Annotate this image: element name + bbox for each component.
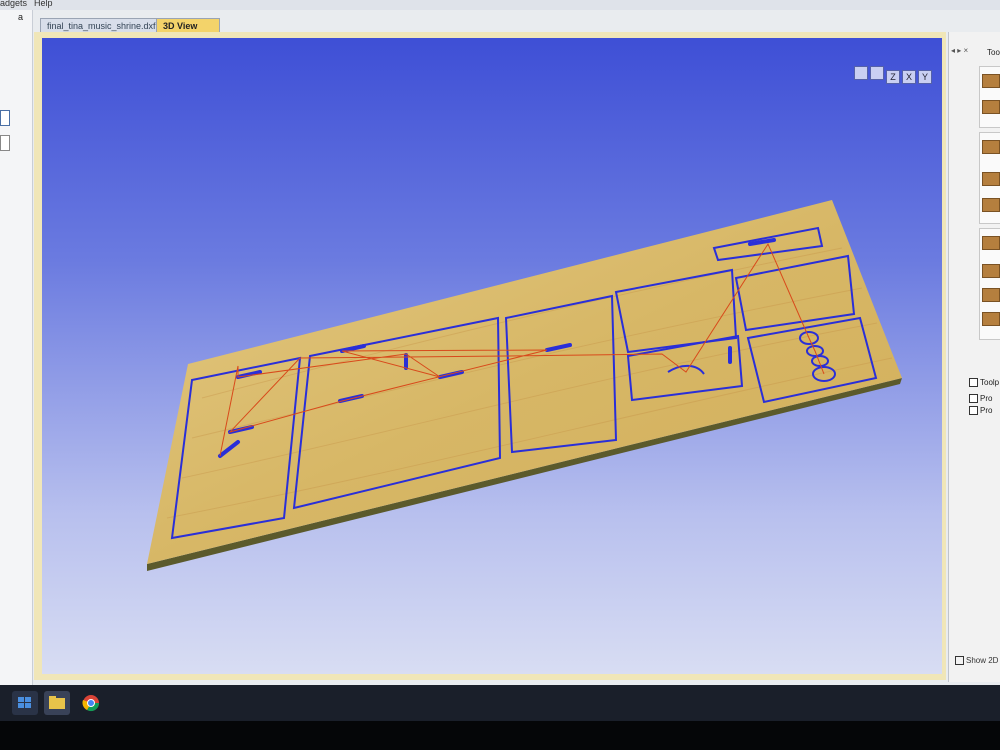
file-explorer-icon[interactable] xyxy=(44,691,70,715)
pocket-tool-icon[interactable] xyxy=(982,100,1000,114)
start-icon[interactable] xyxy=(12,691,38,715)
y-view-icon[interactable]: Y xyxy=(918,70,932,84)
toolpaths-check[interactable]: Toolp xyxy=(969,378,999,388)
panel-title: Toolp xyxy=(987,48,1000,57)
inlay-tool-icon[interactable] xyxy=(982,198,1000,212)
profile-tool-icon[interactable] xyxy=(982,74,1000,88)
vcarve-tool-icon[interactable] xyxy=(982,172,1000,186)
profile-check-2[interactable]: Pro xyxy=(969,406,992,416)
application-window: adgets Help a final_tina_music_shrine.dx… xyxy=(0,0,1000,685)
panel-nav-icons[interactable]: ◂ ▸ × xyxy=(951,46,968,55)
menu-bar: adgets Help xyxy=(0,0,1000,10)
chrome-icon[interactable] xyxy=(78,691,104,715)
toolpaths-panel: ◂ ▸ × Toolp Toolp Pro Pro Show 2D p xyxy=(948,32,1000,682)
3d-viewport[interactable]: ZXY xyxy=(42,38,942,674)
left-panel-label: a xyxy=(18,12,24,22)
view-toolbar: ZXY xyxy=(852,66,932,84)
material-sheet xyxy=(147,200,902,564)
save-toolpath-icon[interactable] xyxy=(982,312,1000,326)
x-view-icon[interactable]: X xyxy=(902,70,916,84)
left-panel-dropdown[interactable] xyxy=(0,135,10,151)
menu-gadgets[interactable]: adgets xyxy=(0,0,27,8)
prism-tool-icon[interactable] xyxy=(982,264,1000,278)
left-panel: a xyxy=(0,10,33,685)
iso-view-icon[interactable] xyxy=(870,66,884,80)
show-2d-checkbox[interactable]: Show 2D p xyxy=(955,656,1000,666)
3d-scene xyxy=(147,200,902,571)
fit-icon[interactable] xyxy=(854,66,868,80)
monitor-bezel xyxy=(0,721,1000,750)
z-view-icon[interactable]: Z xyxy=(886,70,900,84)
left-panel-field[interactable] xyxy=(0,110,10,126)
drill-tool-icon[interactable] xyxy=(982,140,1000,154)
profile-check-1[interactable]: Pro xyxy=(969,394,992,404)
taskbar xyxy=(0,685,1000,721)
fluting-tool-icon[interactable] xyxy=(982,288,1000,302)
texture-tool-icon[interactable] xyxy=(982,236,1000,250)
menu-help[interactable]: Help xyxy=(34,0,53,8)
tab-3d-view[interactable]: 3D View xyxy=(156,18,220,33)
tab-dxf-file[interactable]: final_tina_music_shrine.dxf xyxy=(40,18,164,33)
